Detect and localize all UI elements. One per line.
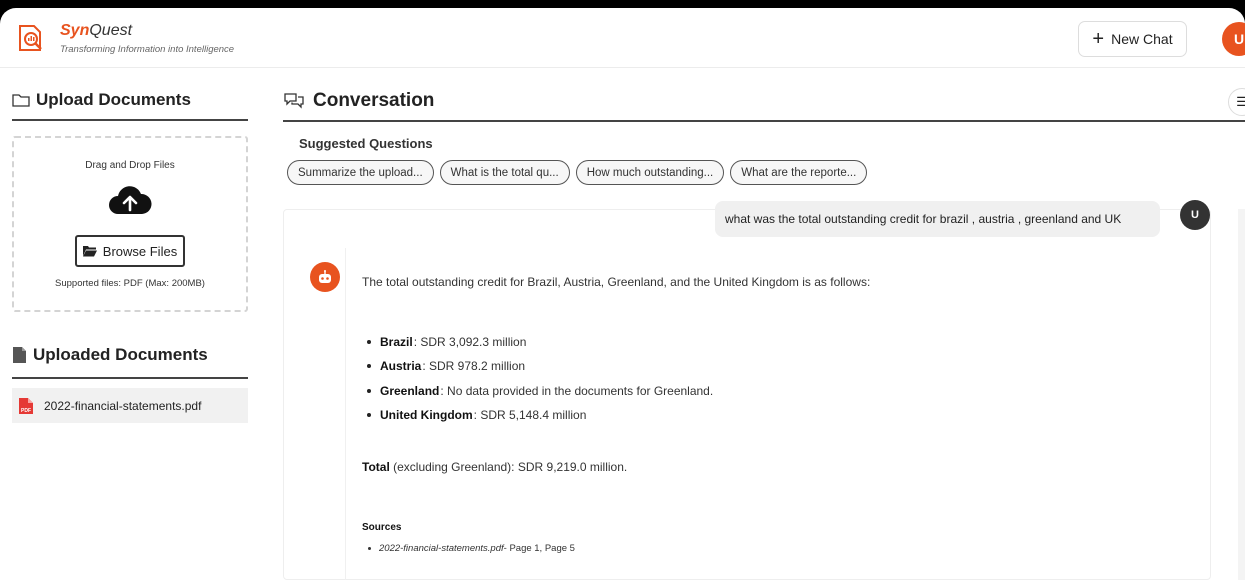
divider [12,377,248,379]
conversation-heading: Conversation [283,90,434,112]
header: SynQuest Transforming Information into I… [0,8,1245,68]
upload-documents-heading: Upload Documents [12,90,191,110]
folder-icon [12,94,30,107]
list-item: Brazil: SDR 3,092.3 million [362,330,713,354]
assistant-message: The total outstanding credit for Brazil,… [345,248,1205,580]
brand-name: SynQuest [60,22,133,39]
suggested-questions: Summarize the upload... What is the tota… [287,160,868,185]
sources-heading: Sources [362,522,402,533]
divider [283,120,1245,122]
bot-avatar [310,262,340,292]
user-message-avatar: U [1180,200,1210,230]
user-avatar[interactable]: U [1222,22,1245,56]
browse-files-label: Browse Files [102,243,178,259]
folder-open-icon [82,246,97,257]
new-chat-button[interactable]: + New Chat [1078,21,1187,57]
answer-total: Total (excluding Greenland): SDR 9,219.0… [362,460,628,474]
app-window: SynQuest Transforming Information into I… [0,8,1245,580]
user-message: what was the total outstanding credit fo… [715,201,1160,237]
robot-icon [319,270,331,283]
cloud-upload-icon [109,186,152,214]
menu-icon[interactable]: ☰ [1228,88,1245,116]
list-item: Austria: SDR 978.2 million [362,354,713,378]
dropzone-label: Drag and Drop Files [85,160,175,171]
uploaded-documents-heading: Uploaded Documents [12,345,208,365]
pdf-file-icon: PDF [19,397,33,414]
plus-icon: + [1092,28,1105,50]
list-item: Greenland: No data provided in the docum… [362,379,713,403]
browse-files-button[interactable]: Browse Files [75,235,185,267]
suggestion-chip[interactable]: How much outstanding... [575,160,725,185]
list-item: United Kingdom: SDR 5,148.4 million [362,403,713,427]
synquest-logo-icon [19,25,42,51]
source-item: 2022-financial-statements.pdf - Page 1, … [368,543,575,554]
file-name: 2022-financial-statements.pdf [44,398,202,413]
answer-intro: The total outstanding credit for Brazil,… [362,275,871,289]
source-pages: - Page 1, Page 5 [503,543,575,554]
new-chat-label: New Chat [1111,31,1173,47]
divider [12,119,248,121]
document-icon [13,347,26,363]
uploaded-file-item[interactable]: PDF 2022-financial-statements.pdf [12,388,248,423]
answer-list: Brazil: SDR 3,092.3 million Austria: SDR… [362,330,713,427]
suggestion-chip[interactable]: What are the reporte... [730,160,868,185]
brand-tagline: Transforming Information into Intelligen… [60,44,235,55]
chat-scrollbar[interactable] [1238,209,1245,580]
suggestion-chip[interactable]: Summarize the upload... [287,160,434,185]
supported-files-note: Supported files: PDF (Max: 200MB) [55,278,205,289]
svg-text:PDF: PDF [21,408,31,414]
suggested-questions-heading: Suggested Questions [299,136,433,151]
suggestion-chip[interactable]: What is the total qu... [439,160,570,185]
file-dropzone[interactable]: Drag and Drop Files Browse Files Support… [12,136,248,312]
chat-bubbles-icon [284,93,304,109]
source-file-name: 2022-financial-statements.pdf [379,543,504,554]
